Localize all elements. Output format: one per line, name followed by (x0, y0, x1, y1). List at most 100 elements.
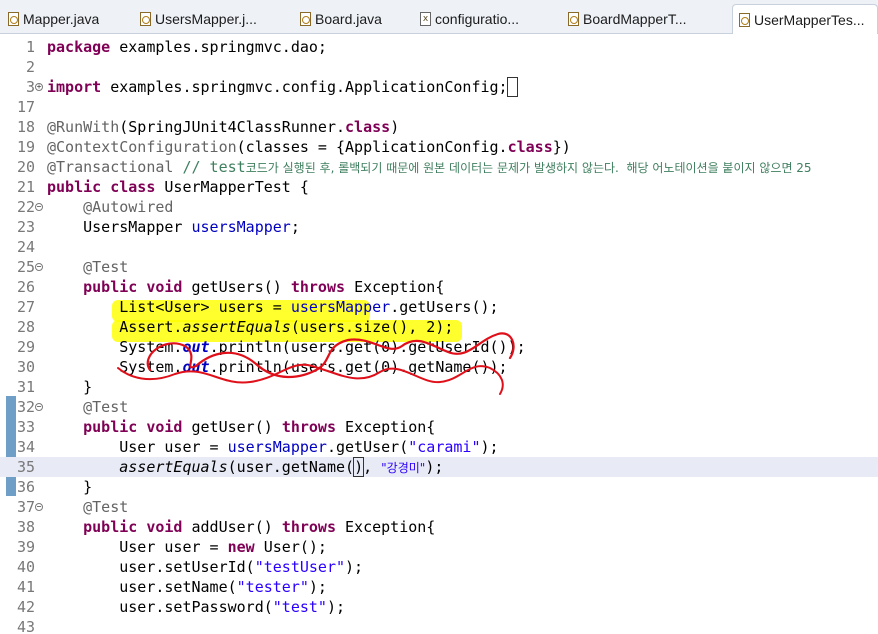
code-line[interactable]: 3 + import examples.springmvc.config.Appli… (0, 77, 878, 97)
collapse-fold-icon[interactable]: − (35, 403, 43, 411)
code-text: } (47, 477, 92, 497)
line-number: 29 (16, 338, 35, 356)
code-text: System.out.println(users.get(0).getUserI… (47, 337, 526, 357)
line-number: 27 (16, 298, 35, 316)
code-token: throws (290, 278, 355, 296)
code-line[interactable]: 38 public void addUser() throws Exceptio… (0, 517, 878, 537)
code-line[interactable]: 43 (0, 617, 878, 634)
code-line[interactable]: 31 } (0, 377, 878, 397)
code-line[interactable]: 18 @RunWith(SpringJUnit4ClassRunner.class… (0, 117, 878, 137)
tab-label: Mapper.java (23, 11, 100, 27)
code-line[interactable]: 20 @Transactional // test코드가 실행된 후, 롤백되기 … (0, 157, 878, 177)
code-text: user.setUserId("testUser"); (47, 557, 363, 577)
code-token: ); (326, 598, 346, 616)
xml-file-icon: x (420, 12, 431, 26)
code-token: "carami" (408, 438, 481, 456)
code-line[interactable]: 34 User user = usersMapper.getUser("cara… (0, 437, 878, 457)
tab-boardmappertest-java[interactable]: BoardMapperT... (568, 4, 720, 34)
line-number: 17 (16, 98, 35, 116)
line-number: 36 (16, 478, 35, 496)
tab-label: Board.java (315, 11, 382, 27)
code-line[interactable]: 24 (0, 237, 878, 257)
code-text: @Autowired (47, 197, 173, 217)
collapse-fold-icon[interactable]: − (35, 263, 43, 271)
tab-configuration-xml[interactable]: x configuratio... (420, 4, 552, 34)
code-line[interactable]: 35 assertEquals(user.getName(), "강경미"); (0, 457, 878, 477)
code-token: addUser() (191, 518, 282, 536)
line-number: 2 (25, 58, 35, 76)
code-token: Exception{ (354, 278, 445, 296)
code-line[interactable]: 23 UsersMapper usersMapper; (0, 217, 878, 237)
code-line[interactable]: 42 user.setPassword("test"); (0, 597, 878, 617)
code-token: "test" (272, 598, 327, 616)
code-token: (users.size(), 2); (290, 318, 454, 336)
code-token: package (47, 38, 120, 56)
code-token: .println(users.get(0).getUserId()); (209, 338, 526, 356)
code-text: UsersMapper usersMapper; (47, 217, 300, 237)
code-line[interactable]: 41 user.setName("tester"); (0, 577, 878, 597)
tab-label: BoardMapperT... (583, 11, 687, 27)
line-number: 39 (16, 538, 35, 556)
code-token: import (47, 78, 111, 96)
code-line[interactable]: 40 user.setUserId("testUser"); (0, 557, 878, 577)
line-number: 20 (16, 158, 35, 176)
code-line[interactable]: 21 public class UserMapperTest { (0, 177, 878, 197)
code-text: @Test (47, 397, 128, 417)
code-line[interactable]: 37− @Test (0, 497, 878, 517)
code-token (506, 77, 518, 97)
code-line[interactable]: 30 System.out.println(users.get(0).getNa… (0, 357, 878, 377)
code-editor[interactable]: 1 package examples.springmvc.dao; 2 3 + impor… (0, 34, 878, 634)
tab-mapper-java[interactable]: Mapper.java (8, 4, 126, 34)
code-token: @Transactional (47, 158, 174, 176)
line-number: 19 (16, 138, 35, 156)
code-line[interactable]: 36 } (0, 477, 878, 497)
code-line[interactable]: 1 package examples.springmvc.dao; (0, 37, 878, 57)
code-line[interactable]: 17 (0, 97, 878, 117)
code-token: public class (47, 178, 165, 196)
code-token: getUsers() (191, 278, 291, 296)
code-text: public class UserMapperTest { (47, 177, 309, 197)
code-token: , (363, 458, 382, 476)
code-token: List<User> users = (47, 298, 291, 316)
collapse-fold-icon[interactable]: − (35, 203, 43, 211)
code-text: public void getUser() throws Exception{ (47, 417, 435, 437)
code-line[interactable]: 33 public void getUser() throws Exceptio… (0, 417, 878, 437)
code-line[interactable]: 25− @Test (0, 257, 878, 277)
code-line[interactable]: 28 Assert.assertEquals(users.size(), 2); (0, 317, 878, 337)
code-line[interactable]: 27 List<User> users = usersMapper.getUse… (0, 297, 878, 317)
code-text: @Transactional // test코드가 실행된 후, 롤백되기 때문… (47, 157, 812, 178)
collapse-fold-icon[interactable]: − (35, 503, 43, 511)
code-token: User user = (47, 538, 228, 556)
line-number: 1 (25, 38, 35, 56)
code-text: import examples.springmvc.config.Applica… (47, 77, 518, 97)
code-token: @ContextConfiguration (47, 138, 237, 156)
code-line[interactable]: 26 public void getUsers() throws Excepti… (0, 277, 878, 297)
line-number: 18 (16, 118, 35, 136)
code-line[interactable]: 2 (0, 57, 878, 77)
expand-fold-icon[interactable]: + (35, 83, 43, 91)
tab-usersmapper-java[interactable]: UsersMapper.j... (140, 4, 280, 34)
code-token: .getUsers(); (390, 298, 499, 316)
code-token: getUser() (191, 418, 282, 436)
code-line[interactable]: 39 User user = new User(); (0, 537, 878, 557)
code-token: @Test (83, 258, 129, 276)
code-line[interactable]: 29 System.out.println(users.get(0).getUs… (0, 337, 878, 357)
line-number: 43 (16, 618, 35, 634)
line-number: 23 (16, 218, 35, 236)
code-text: user.setName("tester"); (47, 577, 327, 597)
line-number: 38 (16, 518, 35, 536)
tab-board-java[interactable]: Board.java (300, 4, 402, 34)
tab-label: UserMapperTes... (754, 11, 865, 28)
code-line[interactable]: 19 @ContextConfiguration(classes = {Appli… (0, 137, 878, 157)
tab-usermappertest-java[interactable]: UserMapperTes... (732, 4, 878, 34)
code-token: UserMapperTest { (164, 178, 309, 196)
code-token: } (47, 378, 93, 396)
code-line[interactable]: 22− @Autowired (0, 197, 878, 217)
code-line[interactable]: 32− @Test (0, 397, 878, 417)
code-text: user.setPassword("test"); (47, 597, 345, 617)
code-token: (SpringJUnit4ClassRunner. (119, 118, 346, 136)
code-token: public void (83, 418, 192, 436)
